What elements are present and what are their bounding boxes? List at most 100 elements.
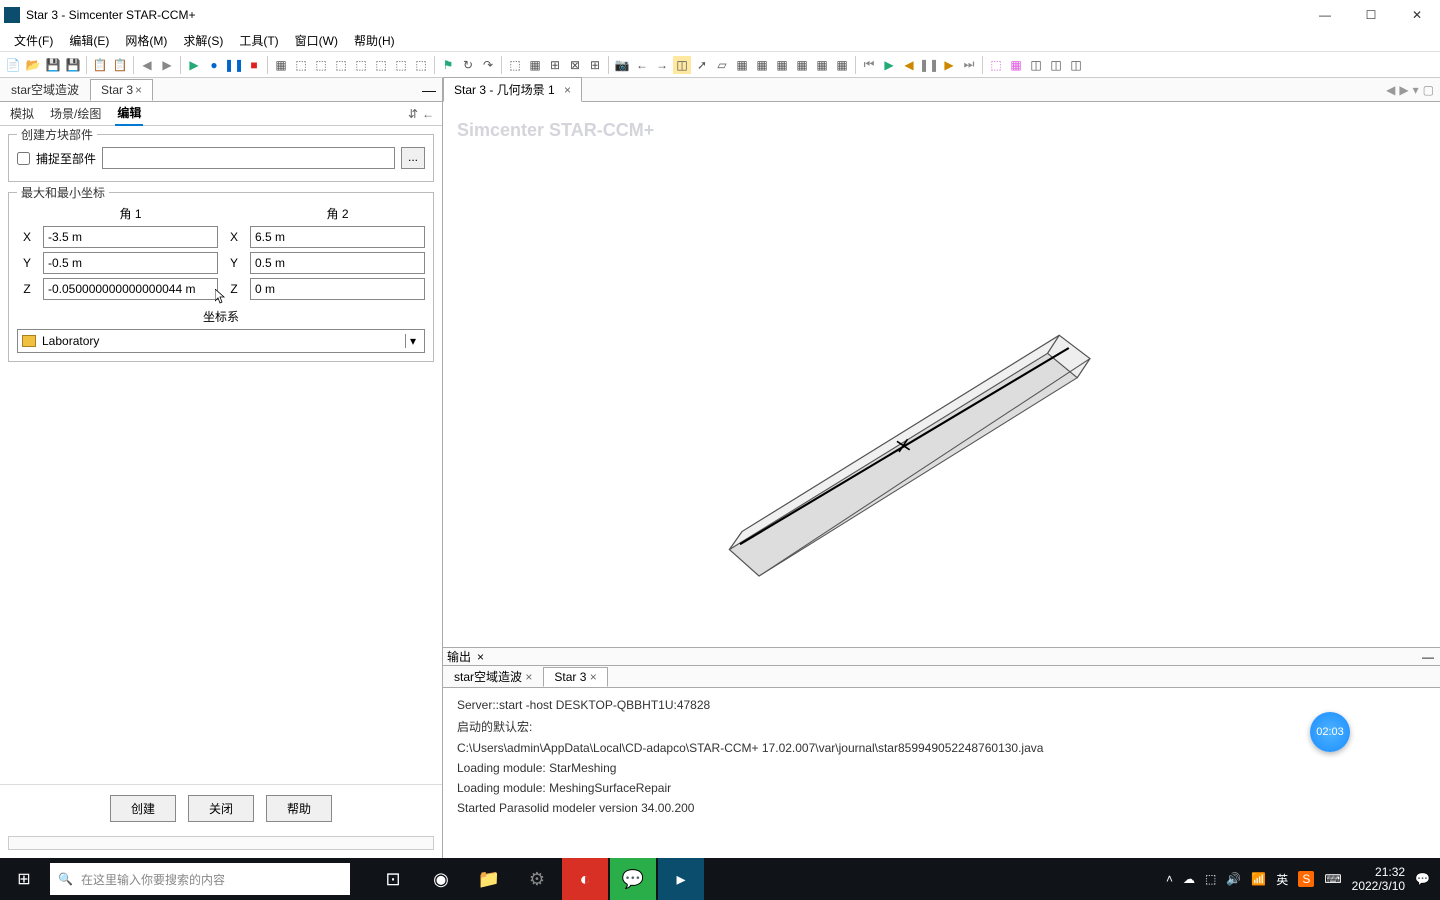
timer-badge[interactable]: 02:03: [1310, 712, 1350, 752]
tray-ime2[interactable]: S: [1298, 871, 1314, 887]
z2-input[interactable]: [250, 278, 425, 300]
tray-bt-icon[interactable]: ⬚: [1205, 872, 1216, 886]
view-icon[interactable]: ⊞: [586, 56, 604, 74]
subtab-scene[interactable]: 场景/绘图: [48, 102, 103, 125]
mesh-icon[interactable]: ▦: [272, 56, 290, 74]
grid-icon[interactable]: ▦: [813, 56, 831, 74]
step-icon[interactable]: ●: [205, 56, 223, 74]
x2-input[interactable]: [250, 226, 425, 248]
menu-help[interactable]: 帮助(H): [348, 30, 401, 51]
coord-sys-select[interactable]: Laboratory ▾: [17, 329, 425, 353]
tool-icon[interactable]: ⬚: [292, 56, 310, 74]
scene-menu-icon[interactable]: ▾: [1413, 83, 1419, 97]
pause-icon[interactable]: ❚❚: [225, 56, 243, 74]
paste-icon[interactable]: 📋: [111, 56, 129, 74]
play-last-icon[interactable]: ⏭: [960, 56, 978, 74]
output-tab-star3[interactable]: Star 3 ×: [543, 667, 607, 687]
play-first-icon[interactable]: ⏮: [860, 56, 878, 74]
grid-icon[interactable]: ▦: [833, 56, 851, 74]
tray-clock[interactable]: 21:32 2022/3/10: [1352, 865, 1405, 894]
view-icon[interactable]: ▦: [526, 56, 544, 74]
save-icon[interactable]: 💾: [44, 56, 62, 74]
tray-keyboard-icon[interactable]: ⌨: [1324, 872, 1341, 886]
tool-icon[interactable]: ⬚: [352, 56, 370, 74]
tray-sound-icon[interactable]: 🔊: [1226, 872, 1241, 886]
help-button[interactable]: 帮助: [266, 795, 332, 822]
start-button[interactable]: ⊞: [0, 858, 48, 900]
dropdown-icon[interactable]: ▾: [405, 334, 420, 348]
tray-net-icon[interactable]: 📶: [1251, 872, 1266, 886]
create-button[interactable]: 创建: [110, 795, 176, 822]
menu-file[interactable]: 文件(F): [8, 30, 59, 51]
reload-icon[interactable]: ↻: [459, 56, 477, 74]
run-icon[interactable]: ▶: [185, 56, 203, 74]
stop-icon[interactable]: ■: [245, 56, 263, 74]
starccm-icon[interactable]: ▸: [658, 858, 704, 900]
play-step-icon[interactable]: ▶: [940, 56, 958, 74]
cube-icon[interactable]: ◫: [673, 56, 691, 74]
prev-icon[interactable]: ◀: [138, 56, 156, 74]
menu-edit[interactable]: 编辑(E): [63, 30, 115, 51]
maximize-window-button[interactable]: ☐: [1348, 0, 1394, 30]
menu-solve[interactable]: 求解(S): [177, 30, 229, 51]
nav-right-icon[interactable]: →: [653, 56, 671, 74]
settings-icon[interactable]: ⚙: [514, 858, 560, 900]
perspective-icon[interactable]: ▱: [713, 56, 731, 74]
camera-icon[interactable]: 📷: [613, 56, 631, 74]
scene-max-icon[interactable]: ▢: [1423, 83, 1434, 97]
close-tab-icon[interactable]: ×: [525, 670, 532, 684]
left-tab-star3[interactable]: Star 3×: [90, 79, 153, 101]
tool-icon[interactable]: ⬚: [412, 56, 430, 74]
grid-icon[interactable]: ▦: [793, 56, 811, 74]
y1-input[interactable]: [43, 252, 218, 274]
scene-tab-geometry[interactable]: Star 3 - 几何场景 1 ×: [443, 77, 582, 102]
scene-prev-icon[interactable]: ◀: [1386, 83, 1395, 97]
left-tab-wave[interactable]: star空域造波: [0, 77, 90, 102]
app-icon[interactable]: ◐: [562, 858, 608, 900]
wechat-icon[interactable]: 💬: [610, 858, 656, 900]
play-stepback-icon[interactable]: ◀: [900, 56, 918, 74]
view-icon[interactable]: ⬚: [506, 56, 524, 74]
menu-window[interactable]: 窗口(W): [289, 30, 344, 51]
tool-icon[interactable]: ⬚: [332, 56, 350, 74]
task-view-icon[interactable]: ⊡: [370, 858, 416, 900]
play-pause-icon[interactable]: ❚❚: [920, 56, 938, 74]
y2-input[interactable]: [250, 252, 425, 274]
output-close-icon[interactable]: ×: [477, 650, 484, 664]
minimize-panel-icon[interactable]: —: [422, 82, 436, 98]
grid-icon[interactable]: ▦: [733, 56, 751, 74]
arrow-icon[interactable]: ➚: [693, 56, 711, 74]
filter-icon[interactable]: ⇵: [408, 107, 418, 121]
select-icon[interactable]: ◫: [1067, 56, 1085, 74]
tray-weather-icon[interactable]: ☁: [1183, 872, 1195, 886]
close-tab-icon[interactable]: ×: [135, 83, 142, 97]
close-button[interactable]: 关闭: [188, 795, 254, 822]
menu-tools[interactable]: 工具(T): [233, 30, 284, 51]
snap-field[interactable]: [102, 147, 395, 169]
close-window-button[interactable]: ✕: [1394, 0, 1440, 30]
browse-button[interactable]: ...: [401, 147, 425, 169]
flag-icon[interactable]: ⚑: [439, 56, 457, 74]
tray-ime1[interactable]: 英: [1276, 871, 1288, 888]
minimize-window-button[interactable]: —: [1302, 0, 1348, 30]
new-icon[interactable]: 📄: [4, 56, 22, 74]
snap-checkbox[interactable]: [17, 152, 30, 165]
play-run-icon[interactable]: ▶: [880, 56, 898, 74]
grid-icon[interactable]: ▦: [753, 56, 771, 74]
select-icon[interactable]: ▦: [1007, 56, 1025, 74]
menu-mesh[interactable]: 网格(M): [119, 30, 173, 51]
open-icon[interactable]: 📂: [24, 56, 42, 74]
x1-input[interactable]: [43, 226, 218, 248]
close-tab-icon[interactable]: ×: [564, 83, 571, 97]
tool-icon[interactable]: ⬚: [312, 56, 330, 74]
subtab-edit[interactable]: 编辑: [115, 101, 143, 126]
explorer-icon[interactable]: 📁: [466, 858, 512, 900]
taskbar-search[interactable]: 🔍 在这里输入你要搜索的内容: [50, 863, 350, 895]
output-minimize-icon[interactable]: —: [1422, 650, 1434, 664]
output-tab-wave[interactable]: star空域造波 ×: [443, 665, 543, 688]
select-icon[interactable]: ◫: [1047, 56, 1065, 74]
nav-left-icon[interactable]: ←: [633, 56, 651, 74]
output-body[interactable]: 02:03 Server::start -host DESKTOP-QBBHT1…: [443, 688, 1440, 858]
tool-icon[interactable]: ⬚: [392, 56, 410, 74]
scene-next-icon[interactable]: ▶: [1399, 83, 1408, 97]
